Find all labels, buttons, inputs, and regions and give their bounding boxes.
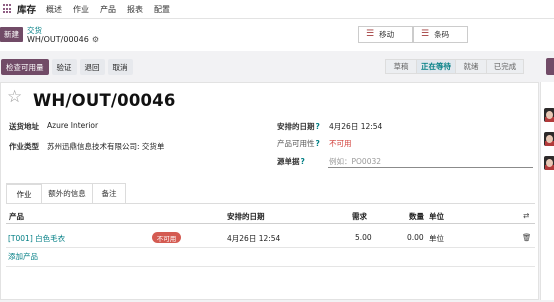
tab-divider <box>6 203 535 204</box>
delivery-address-label: 送货地址 <box>9 122 39 131</box>
status-ready[interactable]: 就绪 <box>455 59 487 74</box>
top-navbar: 库存 概述 作业 产品 报表 配置 <box>0 0 554 19</box>
list-icon: ☰ <box>366 29 375 39</box>
product-availability-value: 不可用 <box>329 139 352 148</box>
apps-grid-icon[interactable] <box>3 4 13 14</box>
trash-icon[interactable]: 🗑 <box>522 233 532 242</box>
barcode-switch-button[interactable]: ☰ 条码 <box>413 26 468 43</box>
col-quantity[interactable]: 数量 <box>409 211 424 222</box>
main-menu: 概述 作业 产品 报表 配置 <box>46 4 170 15</box>
col-demand[interactable]: 需求 <box>352 211 367 222</box>
barcode-switch-label: 条码 <box>434 30 450 39</box>
tab-notes[interactable]: 备注 <box>92 183 126 203</box>
table-footer-divider <box>6 266 535 267</box>
menu-item-overview[interactable]: 概述 <box>46 4 62 15</box>
row-scheduled-date[interactable]: 4月26日 12:54 <box>227 233 280 244</box>
menu-item-operations[interactable]: 作业 <box>73 4 89 15</box>
source-document-label: 源单据? <box>277 157 305 166</box>
add-product-link[interactable]: 添加产品 <box>8 251 38 262</box>
row-product[interactable]: [T001] 白色毛衣 <box>8 233 65 244</box>
operation-type-label: 作业类型 <box>9 142 39 151</box>
col-scheduled-date[interactable]: 安排的日期 <box>227 211 265 222</box>
cancel-button[interactable]: 取消 <box>107 59 133 75</box>
chatter-toggle-button[interactable] <box>546 58 554 75</box>
product-availability-label: 产品可用性? <box>277 139 320 148</box>
status-bar: 草稿 正在等待 就绪 已完成 <box>385 59 524 74</box>
return-button[interactable]: 退回 <box>79 59 105 75</box>
row-unit[interactable]: 单位 <box>429 233 444 244</box>
row-divider <box>6 247 535 248</box>
row-demand[interactable]: 5.00 <box>355 233 372 242</box>
form-sheet: ☆ WH/OUT/00046 送货地址 Azure Interior 作业类型 … <box>0 82 539 300</box>
new-button[interactable]: 新建 <box>0 27 23 42</box>
avatar-icon[interactable] <box>544 156 554 170</box>
status-draft[interactable]: 草稿 <box>385 59 417 74</box>
menu-item-products[interactable]: 产品 <box>100 4 116 15</box>
breadcrumb-record: WH/OUT/00046 <box>27 35 89 44</box>
help-icon[interactable]: ? <box>316 139 320 148</box>
record-title: WH/OUT/00046 <box>33 91 176 110</box>
star-icon[interactable]: ☆ <box>7 89 22 106</box>
row-quantity[interactable]: 0.00 <box>407 233 424 242</box>
move-switch-button[interactable]: ☰ 移动 <box>358 26 413 43</box>
delivery-address-field[interactable]: Azure Interior <box>47 121 98 130</box>
status-done[interactable]: 已完成 <box>486 59 524 74</box>
validate-button[interactable]: 验证 <box>51 59 77 75</box>
scheduled-date-field[interactable]: 4月26日 12:54 <box>329 121 382 132</box>
table-header-divider <box>6 223 535 224</box>
status-waiting[interactable]: 正在等待 <box>416 59 456 74</box>
notebook-tabs: 作业 额外的信息 备注 <box>6 183 126 203</box>
col-unit[interactable]: 单位 <box>429 211 444 222</box>
scheduled-date-label: 安排的日期? <box>277 122 320 131</box>
avatar-icon[interactable] <box>544 108 554 122</box>
column-settings-icon[interactable]: ⇄ <box>523 211 529 220</box>
tab-operations[interactable]: 作业 <box>6 183 42 203</box>
help-icon[interactable]: ? <box>316 122 320 131</box>
col-product[interactable]: 产品 <box>9 211 24 222</box>
source-document-input[interactable]: 例如：PO0032 <box>329 156 381 167</box>
breadcrumb-current: WH/OUT/00046 ⚙ <box>27 35 99 44</box>
check-availability-button[interactable]: 检查可用量 <box>1 59 49 75</box>
help-icon[interactable]: ? <box>301 157 305 166</box>
avatar-icon[interactable] <box>544 132 554 146</box>
control-panel: 新建 交货 WH/OUT/00046 ⚙ ☰ 移动 ☰ 条码 <box>0 19 554 51</box>
app-name[interactable]: 库存 <box>17 2 36 16</box>
menu-item-configuration[interactable]: 配置 <box>154 4 170 15</box>
gear-icon[interactable]: ⚙ <box>92 35 99 44</box>
move-switch-label: 移动 <box>379 30 395 39</box>
source-document-underline <box>328 167 533 168</box>
menu-item-reporting[interactable]: 报表 <box>127 4 143 15</box>
status-badge: 不可用 <box>152 232 181 243</box>
operation-type-field[interactable]: 苏州迅鼎信息技术有限公司: 交货单 <box>47 141 164 152</box>
tab-extra-info[interactable]: 额外的信息 <box>41 183 93 203</box>
barcode-icon: ☰ <box>421 29 430 39</box>
